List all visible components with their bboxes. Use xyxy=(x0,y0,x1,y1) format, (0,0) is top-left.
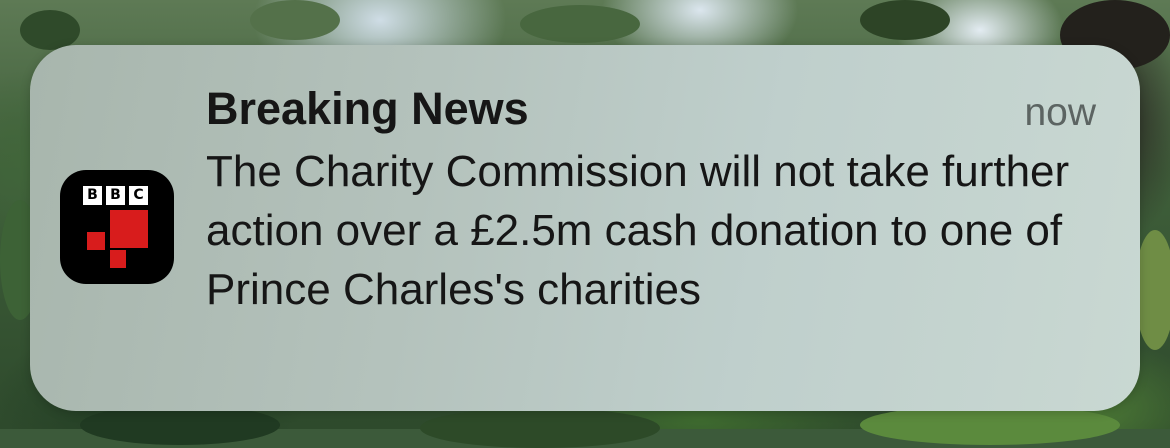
red-square-small-icon xyxy=(110,250,126,268)
foliage-shape xyxy=(420,408,660,448)
red-square-small-icon xyxy=(87,232,105,250)
notification-card[interactable]: B B C Breaking News now The Charity Comm… xyxy=(30,45,1140,411)
red-square-large-icon xyxy=(110,210,148,248)
bbc-news-app-icon: B B C xyxy=(60,170,174,284)
foliage-shape xyxy=(520,5,640,43)
notification-title: Breaking News xyxy=(206,83,529,134)
foliage-shape xyxy=(860,405,1120,445)
bbc-logo-letter: B xyxy=(83,186,102,205)
notification-body: The Charity Commission will not take fur… xyxy=(206,147,1070,314)
foliage-shape xyxy=(250,0,340,40)
bbc-logo-letter: C xyxy=(129,186,148,205)
bbc-logo-letter: B xyxy=(106,186,125,205)
notification-time: now xyxy=(1024,91,1096,134)
foliage-shape xyxy=(860,0,950,40)
foliage-shape xyxy=(80,405,280,445)
bbc-logo: B B C xyxy=(83,186,148,205)
foliage-shape xyxy=(20,10,80,50)
foliage-shape xyxy=(1135,230,1170,350)
